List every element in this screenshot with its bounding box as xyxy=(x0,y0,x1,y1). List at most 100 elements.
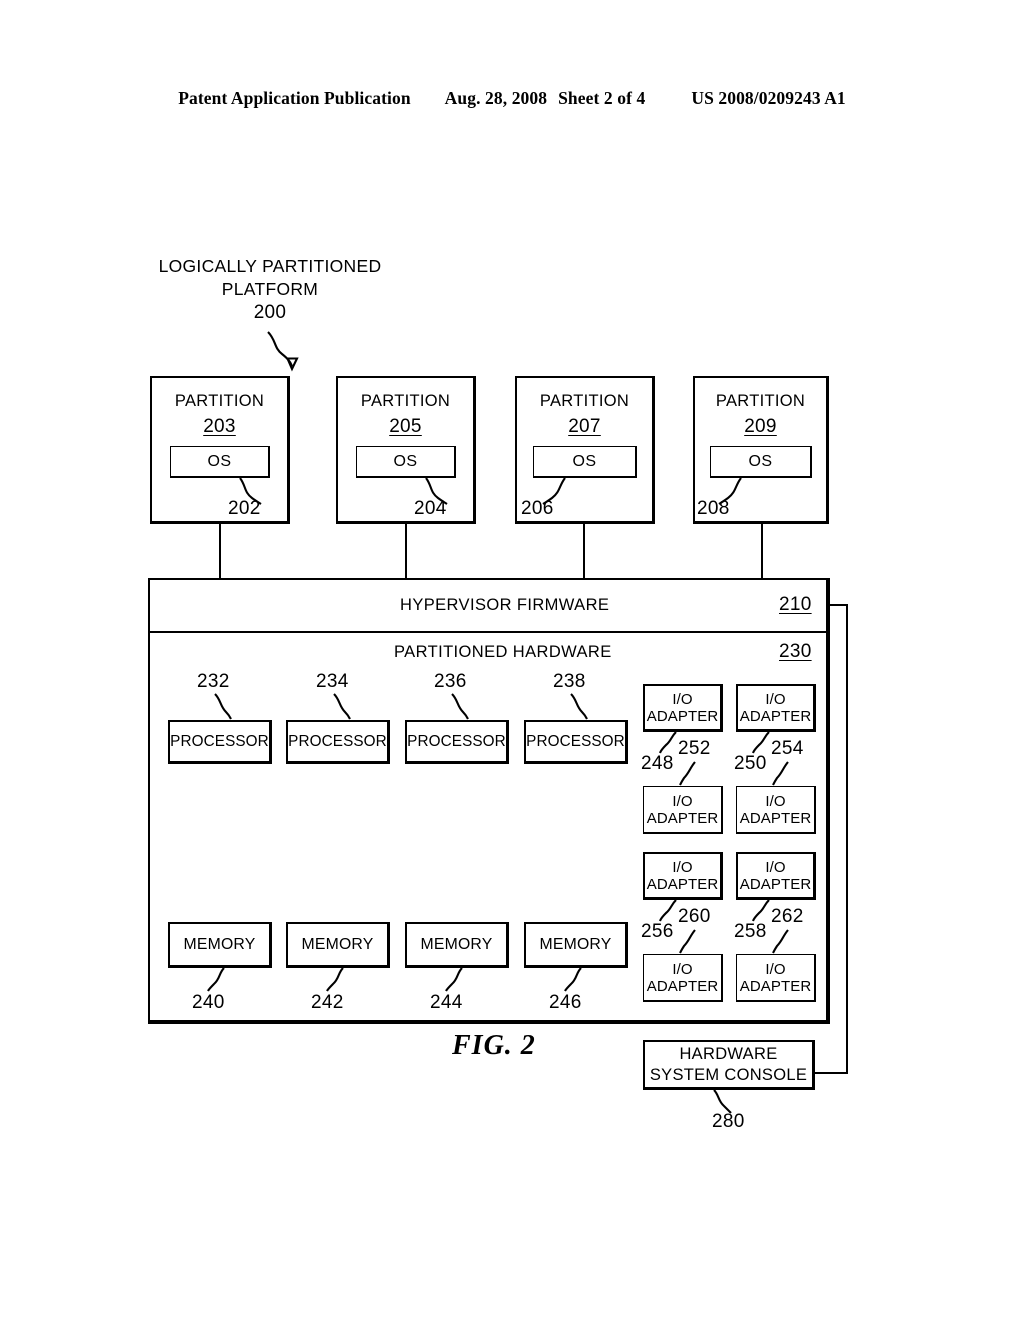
io-adapter-ref-258: 258 xyxy=(734,921,767,942)
memory-box-240[interactable]: MEMORY xyxy=(168,922,272,968)
os-ref-204: 204 xyxy=(414,498,447,519)
os-box-208[interactable]: OS xyxy=(710,446,812,478)
io-adapter-text: I/O ADAPTER xyxy=(644,793,721,827)
io-adapter-line2: ADAPTER xyxy=(646,875,719,893)
processor-ref-236: 236 xyxy=(434,671,467,692)
memory-ref-242: 242 xyxy=(311,992,344,1013)
memory-box-244[interactable]: MEMORY xyxy=(405,922,509,968)
memory-ref-240: 240 xyxy=(192,992,225,1013)
processor-ref-232: 232 xyxy=(197,671,230,692)
header-patent-number: US 2008/0209243 A1 xyxy=(691,88,846,108)
io-adapter-line2: ADAPTER xyxy=(646,809,719,827)
partition-ref: 209 xyxy=(744,416,777,437)
io-adapter-text: I/O ADAPTER xyxy=(738,691,813,725)
io-adapter-ref-248: 248 xyxy=(641,753,674,774)
title-arrow-icon xyxy=(267,331,299,372)
header-sheet: Sheet 2 of 4 xyxy=(558,88,646,108)
io-adapter-box-252[interactable]: I/O ADAPTER xyxy=(643,786,723,834)
io-adapter-ref-250: 250 xyxy=(734,753,767,774)
memory-label: MEMORY xyxy=(183,935,256,953)
io-adapter-ref-254: 254 xyxy=(771,738,804,759)
processor-box-236[interactable]: PROCESSOR xyxy=(405,720,509,764)
io-adapter-box-262[interactable]: I/O ADAPTER xyxy=(736,954,816,1002)
partitioned-hardware-label: PARTITIONED HARDWARE xyxy=(394,643,612,661)
connector-partition-4 xyxy=(761,524,764,578)
console-line2: SYSTEM CONSOLE xyxy=(649,1065,808,1084)
memory-box-242[interactable]: MEMORY xyxy=(286,922,390,968)
processor-box-234[interactable]: PROCESSOR xyxy=(286,720,390,764)
os-box-202[interactable]: OS xyxy=(170,446,270,478)
io-adapter-line1: I/O xyxy=(765,690,786,708)
header-publication: Patent Application Publication xyxy=(178,88,411,108)
io-adapter-line2: ADAPTER xyxy=(646,707,719,725)
io-adapter-box-254[interactable]: I/O ADAPTER xyxy=(736,786,816,834)
partitioned-hardware-ref: 230 xyxy=(779,641,812,662)
io-adapter-line2: ADAPTER xyxy=(739,809,812,827)
os-label: OS xyxy=(748,452,773,470)
os-label: OS xyxy=(572,452,597,470)
console-connector-bottom xyxy=(813,1072,848,1075)
processor-ref-238: 238 xyxy=(553,671,586,692)
io-adapter-ref-260: 260 xyxy=(678,906,711,927)
io-adapter-box-248[interactable]: I/O ADAPTER xyxy=(643,684,723,732)
memory-label: MEMORY xyxy=(420,935,493,953)
io-adapter-box-250[interactable]: I/O ADAPTER xyxy=(736,684,816,732)
processor-box-232[interactable]: PROCESSOR xyxy=(168,720,272,764)
memory-label: MEMORY xyxy=(539,935,612,953)
figure-caption: FIG. 2 xyxy=(452,1030,536,1061)
memory-ref-246: 246 xyxy=(549,992,582,1013)
os-box-204[interactable]: OS xyxy=(356,446,456,478)
io-adapter-line1: I/O xyxy=(765,858,786,876)
processor-label: PROCESSOR xyxy=(170,732,269,750)
io-adapter-box-256[interactable]: I/O ADAPTER xyxy=(643,852,723,900)
partition-ref: 207 xyxy=(568,416,601,437)
memory-label: MEMORY xyxy=(301,935,374,953)
os-ref-208: 208 xyxy=(697,498,730,519)
io-adapter-text: I/O ADAPTER xyxy=(645,859,720,893)
io-adapter-box-258[interactable]: I/O ADAPTER xyxy=(736,852,816,900)
processor-label: PROCESSOR xyxy=(407,732,506,750)
os-label: OS xyxy=(393,452,418,470)
io-adapter-line1: I/O xyxy=(672,792,693,810)
os-label: OS xyxy=(207,452,232,470)
io-adapter-text: I/O ADAPTER xyxy=(737,793,814,827)
page-header: Patent Application Publication Aug. 28, … xyxy=(0,88,1024,109)
hypervisor-label: HYPERVISOR FIRMWARE xyxy=(400,596,610,614)
io-adapter-ref-262: 262 xyxy=(771,906,804,927)
connector-partition-1 xyxy=(219,524,222,578)
processor-box-238[interactable]: PROCESSOR xyxy=(524,720,628,764)
io-adapter-line1: I/O xyxy=(672,690,693,708)
partition-ref: 205 xyxy=(389,416,422,437)
partition-label: PARTITION xyxy=(174,392,265,410)
hardware-system-console-box[interactable]: HARDWARE SYSTEM CONSOLE xyxy=(643,1040,815,1090)
os-ref-202: 202 xyxy=(228,498,261,519)
console-connector-top xyxy=(828,604,848,607)
figure-title-line1: LOGICALLY PARTITIONED xyxy=(158,256,382,276)
console-line1: HARDWARE xyxy=(679,1044,778,1063)
io-adapter-line2: ADAPTER xyxy=(739,707,812,725)
io-adapter-text: I/O ADAPTER xyxy=(737,961,814,995)
io-adapter-line1: I/O xyxy=(672,960,693,978)
processor-label: PROCESSOR xyxy=(288,732,387,750)
io-adapter-line1: I/O xyxy=(765,792,786,810)
processor-label: PROCESSOR xyxy=(526,732,625,750)
connector-partition-3 xyxy=(583,524,586,578)
io-adapter-line1: I/O xyxy=(765,960,786,978)
partition-label: PARTITION xyxy=(360,392,451,410)
memory-box-246[interactable]: MEMORY xyxy=(524,922,628,968)
io-adapter-box-260[interactable]: I/O ADAPTER xyxy=(643,954,723,1002)
io-adapter-ref-256: 256 xyxy=(641,921,674,942)
os-box-206[interactable]: OS xyxy=(533,446,637,478)
partition-ref: 203 xyxy=(203,416,236,437)
hypervisor-separator xyxy=(150,631,827,633)
io-adapter-line2: ADAPTER xyxy=(646,977,719,995)
console-ref-280: 280 xyxy=(712,1111,745,1132)
os-ref-206: 206 xyxy=(521,498,554,519)
console-text: HARDWARE SYSTEM CONSOLE xyxy=(645,1044,812,1086)
figure-title-line2: PLATFORM xyxy=(221,279,319,299)
io-adapter-line1: I/O xyxy=(672,858,693,876)
io-adapter-text: I/O ADAPTER xyxy=(738,859,813,893)
io-adapter-ref-252: 252 xyxy=(678,738,711,759)
figure-title: LOGICALLY PARTITIONED PLATFORM 200 xyxy=(150,255,390,324)
console-connector-vertical xyxy=(846,604,849,1074)
